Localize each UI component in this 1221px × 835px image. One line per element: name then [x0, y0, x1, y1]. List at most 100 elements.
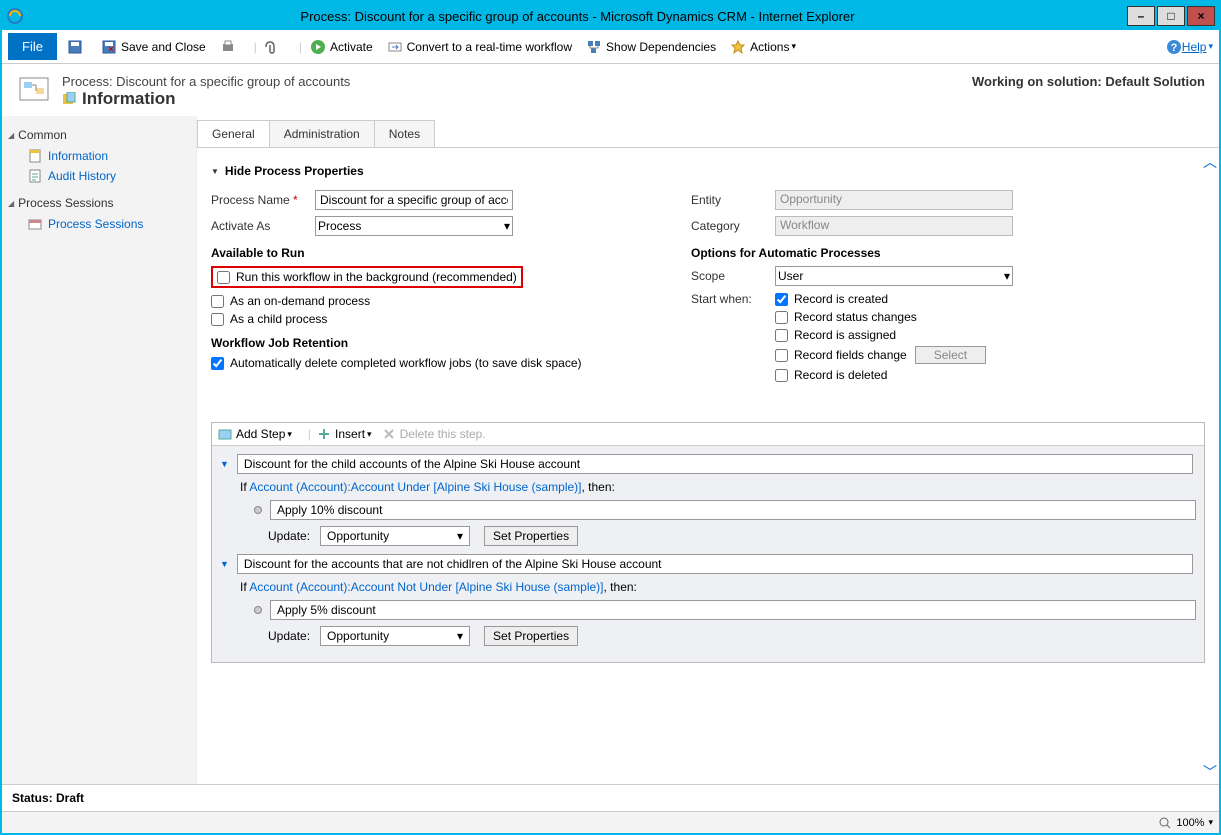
sessions-icon: [28, 217, 42, 231]
delete-step-button[interactable]: Delete this step.: [382, 427, 486, 441]
update1-select[interactable]: Opportunity▾: [320, 526, 470, 546]
chevron-down-icon: ▾: [1004, 269, 1010, 283]
convert-button[interactable]: Convert to a real-time workflow: [387, 39, 572, 55]
help-label: Help: [1182, 40, 1207, 54]
set-properties1-button[interactable]: Set Properties: [484, 526, 578, 546]
solution-label: Working on solution: Default Solution: [972, 74, 1205, 89]
dependencies-button[interactable]: Show Dependencies: [586, 39, 716, 55]
file-menu[interactable]: File: [8, 33, 57, 60]
step-bullet-icon: [254, 606, 262, 614]
entity-label: Entity: [691, 193, 775, 207]
save-icon: [67, 39, 83, 55]
options-head: Options for Automatic Processes: [691, 246, 1205, 260]
actions-menu[interactable]: Actions ▾: [730, 39, 796, 55]
window-buttons: – □ ×: [1125, 6, 1215, 26]
sidebar-item-sessions[interactable]: Process Sessions: [8, 214, 190, 234]
process-icon: [16, 74, 52, 110]
update2-select[interactable]: Opportunity▾: [320, 626, 470, 646]
delete-icon: [382, 427, 396, 441]
zoom-icon[interactable]: [1158, 816, 1172, 830]
step2-title-input[interactable]: [237, 554, 1193, 574]
add-step-icon: [218, 427, 232, 441]
tab-administration[interactable]: Administration: [269, 120, 375, 147]
available-to-run-head: Available to Run: [211, 246, 691, 260]
auto-delete-checkbox[interactable]: [211, 357, 224, 370]
add-step-button[interactable]: Add Step▾: [218, 427, 292, 441]
activate-icon: [310, 39, 326, 55]
breadcrumb: Process: Discount for a specific group o…: [62, 74, 350, 89]
close-button[interactable]: ×: [1187, 6, 1215, 26]
maximize-button[interactable]: □: [1157, 6, 1185, 26]
insert-button[interactable]: Insert▾: [317, 427, 372, 441]
sidebar-section-common[interactable]: ◢Common: [8, 128, 190, 142]
info-icon: [62, 92, 76, 106]
dependencies-label: Show Dependencies: [606, 40, 716, 54]
sw-created-checkbox[interactable]: [775, 293, 788, 306]
scope-label: Scope: [691, 269, 775, 283]
update2-label: Update:: [268, 629, 310, 643]
dependencies-icon: [586, 39, 602, 55]
sw-assigned-checkbox[interactable]: [775, 329, 788, 342]
toolbar: File Save and Close | | Activate Convert…: [2, 30, 1219, 64]
run-background-checkbox[interactable]: [217, 271, 230, 284]
sw-fields-checkbox[interactable]: [775, 349, 788, 362]
child-process-checkbox[interactable]: [211, 313, 224, 326]
sidebar-section-sessions[interactable]: ◢Process Sessions: [8, 196, 190, 210]
condition2-link[interactable]: Account (Account):Account Not Under [Alp…: [249, 580, 603, 594]
audit-icon: [28, 169, 42, 183]
category-label: Category: [691, 219, 775, 233]
paperclip-icon: [261, 39, 277, 55]
select-fields-button[interactable]: Select: [915, 346, 986, 364]
zoom-level: 100%: [1176, 817, 1204, 829]
chevron-down-icon: ▾: [457, 629, 463, 643]
child-process-label: As a child process: [230, 312, 327, 326]
attach-button[interactable]: [261, 39, 281, 55]
save-button[interactable]: [67, 39, 87, 55]
status-bar: Status: Draft: [2, 784, 1219, 811]
category-value: Workflow: [775, 216, 1013, 236]
save-close-icon: [101, 39, 117, 55]
activate-as-select[interactable]: Process▾: [315, 216, 513, 236]
convert-icon: [387, 39, 403, 55]
collapse-icon[interactable]: ▼: [220, 459, 229, 469]
condition1-link[interactable]: Account (Account):Account Under [Alpine …: [249, 480, 581, 494]
sw-status-checkbox[interactable]: [775, 311, 788, 324]
action2-desc-input[interactable]: [270, 600, 1196, 620]
step1-title-input[interactable]: [237, 454, 1193, 474]
titlebar: Process: Discount for a specific group o…: [2, 2, 1219, 30]
process-name-input[interactable]: [315, 190, 513, 210]
if-condition-2: If Account (Account):Account Not Under […: [240, 580, 1196, 594]
auto-delete-label: Automatically delete completed workflow …: [230, 356, 582, 370]
insert-icon: [317, 427, 331, 441]
sidebar-item-information[interactable]: Information: [8, 146, 190, 166]
tab-notes[interactable]: Notes: [374, 120, 435, 147]
sw-deleted-checkbox[interactable]: [775, 369, 788, 382]
collapse-icon[interactable]: ▼: [220, 559, 229, 569]
convert-label: Convert to a real-time workflow: [407, 40, 572, 54]
hide-properties-toggle[interactable]: ▼ Hide Process Properties: [211, 164, 1205, 178]
print-button[interactable]: [220, 39, 240, 55]
workflow-designer: Add Step▾ | Insert▾ Delete this step.: [211, 422, 1205, 663]
scope-select[interactable]: User▾: [775, 266, 1013, 286]
scroll-up-icon[interactable]: ︿: [1201, 152, 1219, 170]
browser-status-bar: 100% ▾: [2, 811, 1219, 833]
save-close-button[interactable]: Save and Close: [101, 39, 206, 55]
page-title: Information: [82, 89, 176, 109]
minimize-button[interactable]: –: [1127, 6, 1155, 26]
sidebar-item-audit[interactable]: Audit History: [8, 166, 190, 186]
help-icon: ?: [1166, 39, 1182, 55]
action1-desc-input[interactable]: [270, 500, 1196, 520]
actions-icon: [730, 39, 746, 55]
chevron-down-icon[interactable]: ▾: [1208, 817, 1213, 828]
window-title: Process: Discount for a specific group o…: [30, 9, 1125, 24]
scroll-down-icon[interactable]: ﹀: [1201, 762, 1219, 780]
help-menu[interactable]: ? Help ▾: [1166, 39, 1213, 55]
highlight-box: Run this workflow in the background (rec…: [211, 266, 523, 288]
set-properties2-button[interactable]: Set Properties: [484, 626, 578, 646]
chevron-down-icon: ▾: [791, 41, 796, 52]
page-header: Process: Discount for a specific group o…: [2, 64, 1219, 116]
tab-general[interactable]: General: [197, 120, 270, 147]
ie-icon: [6, 7, 24, 25]
activate-button[interactable]: Activate: [310, 39, 373, 55]
on-demand-checkbox[interactable]: [211, 295, 224, 308]
